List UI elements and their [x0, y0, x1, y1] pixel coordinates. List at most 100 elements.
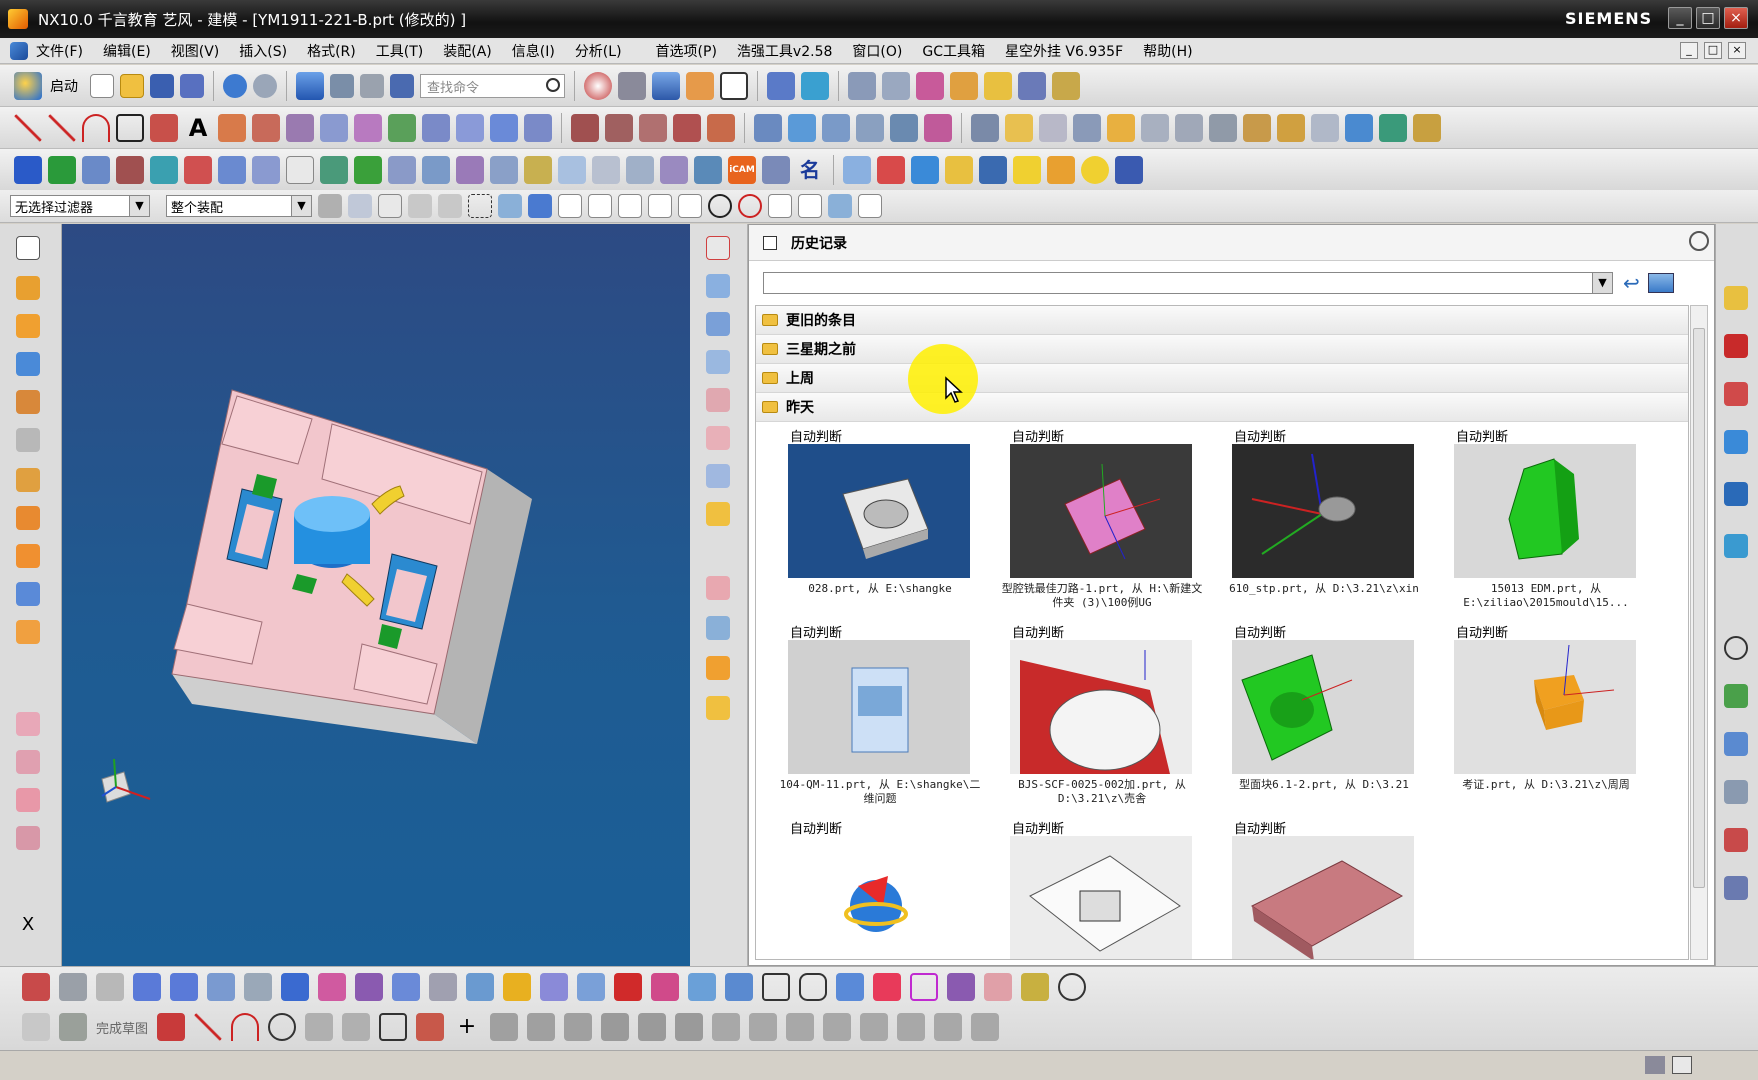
arc-center-snap-icon[interactable]: [708, 194, 732, 218]
assembly-nav-icon[interactable]: [1724, 334, 1748, 358]
trim-curve-icon[interactable]: [571, 113, 599, 142]
parting-tools-icon[interactable]: [16, 750, 40, 774]
shaded-edges-icon[interactable]: [618, 71, 646, 100]
manufacturing-wizard-icon[interactable]: [16, 582, 40, 606]
fit-view-icon[interactable]: [706, 236, 730, 260]
window-layout-icon[interactable]: [360, 73, 384, 98]
erase-icon[interactable]: [984, 973, 1012, 1001]
moon-icon[interactable]: [1081, 155, 1109, 184]
offset-curve-icon[interactable]: [252, 113, 280, 142]
convert-reference-icon[interactable]: [860, 1013, 889, 1041]
simulation-icon[interactable]: [984, 71, 1012, 100]
snap-view-icon[interactable]: [584, 71, 612, 100]
snap-point-icon[interactable]: [378, 194, 402, 218]
insert-component-icon[interactable]: [422, 155, 450, 184]
box-icon[interactable]: [355, 973, 383, 1001]
calculator-icon[interactable]: [1047, 155, 1075, 184]
touch-mode-icon[interactable]: [390, 73, 414, 98]
revolve-icon[interactable]: [392, 973, 420, 1001]
mirror-curve-icon[interactable]: [564, 1013, 593, 1041]
endpoint-snap-icon[interactable]: [558, 194, 582, 218]
point-on-curve-icon[interactable]: [798, 194, 822, 218]
absolute-csys-icon[interactable]: [22, 973, 50, 1001]
drag-icon[interactable]: [438, 194, 462, 218]
trimetric-view-icon[interactable]: [706, 464, 730, 488]
shell-icon[interactable]: [318, 973, 346, 1001]
command-search-input[interactable]: 查找命令: [420, 73, 565, 98]
pattern-face-icon[interactable]: [1175, 113, 1203, 142]
roles-icon[interactable]: [16, 620, 40, 644]
hole-icon[interactable]: [490, 113, 518, 142]
history-item[interactable]: 自动判断 考证.prt, 从 D:\3.21\z\周周: [1422, 618, 1636, 812]
group-older[interactable]: 更旧的条目: [756, 306, 1688, 335]
status-icon[interactable]: [1645, 1056, 1665, 1074]
fillet-curve-icon[interactable]: [639, 113, 667, 142]
quick-trim-icon[interactable]: [601, 1013, 630, 1041]
web-browser-icon[interactable]: [16, 428, 40, 452]
maximize-button[interactable]: □: [1696, 7, 1720, 29]
quadrant-snap-icon[interactable]: [738, 194, 762, 218]
selection-icon[interactable]: [318, 194, 342, 218]
ruler-icon[interactable]: [1052, 71, 1080, 100]
finish-sketch-icon[interactable]: [59, 1013, 87, 1041]
grid-snap-icon[interactable]: [286, 155, 314, 184]
fullscreen-icon[interactable]: [1672, 1056, 1692, 1074]
text-icon[interactable]: A: [184, 114, 212, 142]
save-view-icon[interactable]: [706, 502, 730, 526]
copy-face-icon[interactable]: [1141, 113, 1169, 142]
extrude-icon[interactable]: [281, 973, 309, 1001]
offset-curve-icon[interactable]: [490, 1013, 519, 1041]
class-selection-icon[interactable]: [916, 71, 944, 100]
stock-icon[interactable]: [1379, 113, 1407, 142]
resize-face-icon[interactable]: [1107, 113, 1135, 142]
render-style-icon[interactable]: [652, 71, 680, 100]
menu-window[interactable]: 窗口(O): [842, 41, 912, 61]
trim-body-icon[interactable]: [890, 113, 918, 142]
measure-icon[interactable]: [950, 71, 978, 100]
intersection-snap-icon[interactable]: [648, 194, 672, 218]
alternate-solution-icon[interactable]: [897, 1013, 926, 1041]
history-item[interactable]: 自动判断 104-QM-11.prt, 从 E:\shangke\二维问题: [756, 618, 981, 812]
save-as-icon[interactable]: [180, 73, 204, 98]
book-icon[interactable]: [82, 155, 110, 184]
show-constraints-icon[interactable]: [823, 1013, 852, 1041]
history-item[interactable]: 自动判断 型腔铣最佳刀路-1.prt, 从 H:\新建文件夹 (3)\100例U…: [978, 422, 1202, 616]
circle-select-icon[interactable]: [910, 973, 938, 1001]
draft-icon[interactable]: [1243, 113, 1271, 142]
wcs-orient-icon[interactable]: [59, 973, 87, 1001]
existing-point-snap-icon[interactable]: [768, 194, 792, 218]
history-item[interactable]: 自动判断 BJS-SCF-0025-002加.prt, 从 D:\3.21\z\…: [978, 618, 1192, 812]
unit-converter-icon[interactable]: [843, 155, 871, 184]
mold-wizard-icon[interactable]: [16, 712, 40, 736]
view-mode-icon[interactable]: [1647, 273, 1674, 293]
group-yesterday[interactable]: 昨天: [756, 393, 1688, 422]
undo-icon[interactable]: [223, 73, 247, 98]
curve-length-icon[interactable]: [707, 113, 735, 142]
back-arrow-icon[interactable]: ↩: [1623, 271, 1640, 295]
group-last-week[interactable]: 上周: [756, 364, 1688, 393]
monitor-icon[interactable]: [979, 155, 1007, 184]
family-icon[interactable]: [762, 155, 790, 184]
sew-icon[interactable]: [856, 113, 884, 142]
tube-icon[interactable]: [688, 973, 716, 1001]
assembly-nav-icon[interactable]: [558, 155, 586, 184]
edit-object-display-icon[interactable]: [686, 71, 714, 100]
constraint-nav-icon[interactable]: [1724, 382, 1748, 406]
arrow-left-icon[interactable]: [133, 973, 161, 1001]
menu-tools[interactable]: 工具(T): [366, 41, 433, 61]
interference-icon[interactable]: [626, 155, 654, 184]
constraint-navigator-icon[interactable]: [16, 314, 40, 338]
bridge-curve-icon[interactable]: [286, 113, 314, 142]
rectangle-icon[interactable]: [762, 973, 790, 1001]
control-point-snap-icon[interactable]: [618, 194, 642, 218]
wcs-icon[interactable]: X: [16, 914, 40, 938]
insert-part-icon[interactable]: [706, 616, 730, 640]
menu-insert[interactable]: 插入(S): [229, 41, 297, 61]
circle-icon[interactable]: [1058, 973, 1086, 1001]
front-view-icon[interactable]: [706, 274, 730, 298]
electrode-icon[interactable]: [1413, 113, 1441, 142]
close-button[interactable]: ×: [1724, 7, 1748, 29]
profile-icon[interactable]: [157, 1013, 186, 1041]
minimize-button[interactable]: _: [1668, 7, 1692, 29]
part-nav-icon[interactable]: [1724, 286, 1748, 310]
